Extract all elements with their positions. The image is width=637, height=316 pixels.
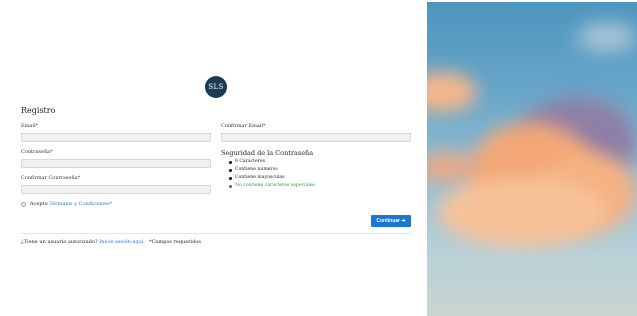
terms-row: Acepto Términos y Condiciones* bbox=[30, 201, 112, 207]
required-fields-note: *Campos requeridos bbox=[149, 239, 201, 245]
email-label: Email* bbox=[21, 123, 39, 129]
confirm-password-input[interactable] bbox=[21, 185, 211, 194]
continue-button[interactable]: Continuar ➔ bbox=[371, 215, 411, 227]
confirm-password-label: Confirmar Contraseña* bbox=[21, 175, 81, 181]
arrow-right-icon: ➔ bbox=[401, 218, 406, 224]
terms-link[interactable]: Términos y Condiciones* bbox=[49, 201, 112, 207]
logo-text: SLS bbox=[208, 83, 224, 91]
cloud-shape bbox=[437, 177, 607, 247]
rule-numbers: Contiene números bbox=[229, 166, 315, 174]
email-input[interactable] bbox=[21, 133, 211, 142]
sky-background-image bbox=[427, 2, 637, 316]
cloud-shape bbox=[427, 72, 477, 112]
rule-uppercase: Contiene mayúsculas bbox=[229, 174, 315, 182]
continue-label: Continuar bbox=[376, 218, 400, 224]
brand-logo: SLS bbox=[205, 76, 227, 98]
page-title: Registro bbox=[21, 106, 56, 115]
footer-divider bbox=[21, 233, 411, 234]
login-question: ¿Tiene un usuario autorizado? bbox=[21, 239, 98, 245]
password-strength-rules: 8 Caracteres Contiene números Contiene m… bbox=[229, 158, 315, 190]
registration-panel: SLS Registro Email* Confirmar Email* Con… bbox=[0, 0, 427, 316]
confirm-email-label: Confirmar Email* bbox=[221, 123, 266, 129]
rule-special-chars: No contiene caracteres especiales bbox=[229, 182, 315, 190]
cloud-shape bbox=[577, 22, 637, 52]
password-label: Contraseña* bbox=[21, 149, 53, 155]
confirm-email-input[interactable] bbox=[221, 133, 411, 142]
rule-length: 8 Caracteres bbox=[229, 158, 315, 166]
login-link[interactable]: Inicie sesión aquí bbox=[99, 239, 143, 245]
login-prompt: ¿Tiene un usuario autorizado? Inicie ses… bbox=[21, 239, 144, 245]
accept-label: Acepto bbox=[30, 201, 48, 207]
terms-checkbox[interactable] bbox=[21, 202, 26, 207]
password-input[interactable] bbox=[21, 159, 211, 168]
password-strength-title: Seguridad de la Contraseña bbox=[221, 149, 314, 157]
